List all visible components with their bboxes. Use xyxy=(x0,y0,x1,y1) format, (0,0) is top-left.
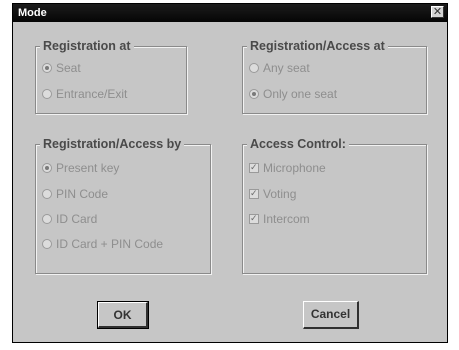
checkbox-intercom-label: Intercom xyxy=(263,212,310,226)
checkbox-microphone[interactable]: Microphone xyxy=(249,161,326,175)
radio-id-card[interactable]: ID Card xyxy=(42,212,97,226)
checkbox-voting-label: Voting xyxy=(263,187,297,201)
checkbox-intercom[interactable]: Intercom xyxy=(249,212,310,226)
radio-seat[interactable]: Seat xyxy=(42,61,81,75)
cancel-button[interactable]: Cancel xyxy=(303,301,359,329)
title-bar[interactable]: Mode ✕ xyxy=(13,4,447,22)
radio-present-key-label: Present key xyxy=(56,161,120,175)
radio-any-seat-label: Any seat xyxy=(263,61,310,75)
radio-only-one-seat-button[interactable] xyxy=(249,89,259,99)
radio-entrance-exit-label: Entrance/Exit xyxy=(56,87,128,101)
radio-entrance-exit[interactable]: Entrance/Exit xyxy=(42,87,127,101)
access-control-group: Access Control: Microphone Voting Interc… xyxy=(242,136,427,274)
radio-id-card-button[interactable] xyxy=(42,214,52,224)
mode-dialog: Mode ✕ Registration at Seat Entrance/Exi… xyxy=(12,3,448,343)
radio-only-one-seat-label: Only one seat xyxy=(263,87,338,101)
registration-at-group: Registration at Seat Entrance/Exit xyxy=(35,38,187,114)
radio-id-card-pin-code[interactable]: ID Card + PIN Code xyxy=(42,237,163,251)
radio-seat-label: Seat xyxy=(56,61,81,75)
registration-at-title: Registration at xyxy=(40,38,134,54)
ok-button[interactable]: OK xyxy=(97,301,149,329)
checkbox-intercom-box[interactable] xyxy=(249,214,259,224)
checkbox-voting[interactable]: Voting xyxy=(249,187,296,201)
checkbox-microphone-label: Microphone xyxy=(263,161,326,175)
radio-pin-code[interactable]: PIN Code xyxy=(42,187,108,201)
radio-present-key-button[interactable] xyxy=(42,163,52,173)
radio-any-seat-button[interactable] xyxy=(249,63,259,73)
registration-access-at-group: Registration/Access at Any seat Only one… xyxy=(242,38,427,114)
checkbox-voting-box[interactable] xyxy=(249,189,259,199)
checkbox-microphone-box[interactable] xyxy=(249,163,259,173)
radio-any-seat[interactable]: Any seat xyxy=(249,61,310,75)
registration-access-by-group: Registration/Access by Present key PIN C… xyxy=(35,136,211,274)
radio-id-card-label: ID Card xyxy=(56,212,98,226)
radio-pin-code-label: PIN Code xyxy=(56,187,109,201)
window-title: Mode xyxy=(18,7,47,19)
radio-only-one-seat[interactable]: Only one seat xyxy=(249,87,337,101)
radio-seat-button[interactable] xyxy=(42,63,52,73)
radio-id-card-pin-code-label: ID Card + PIN Code xyxy=(56,237,164,251)
close-icon[interactable]: ✕ xyxy=(431,6,444,18)
radio-pin-code-button[interactable] xyxy=(42,189,52,199)
radio-id-card-pin-code-button[interactable] xyxy=(42,239,52,249)
radio-entrance-exit-button[interactable] xyxy=(42,89,52,99)
access-control-title: Access Control: xyxy=(247,136,349,152)
registration-access-at-title: Registration/Access at xyxy=(247,38,388,54)
radio-present-key[interactable]: Present key xyxy=(42,161,119,175)
registration-access-by-title: Registration/Access by xyxy=(40,136,185,152)
